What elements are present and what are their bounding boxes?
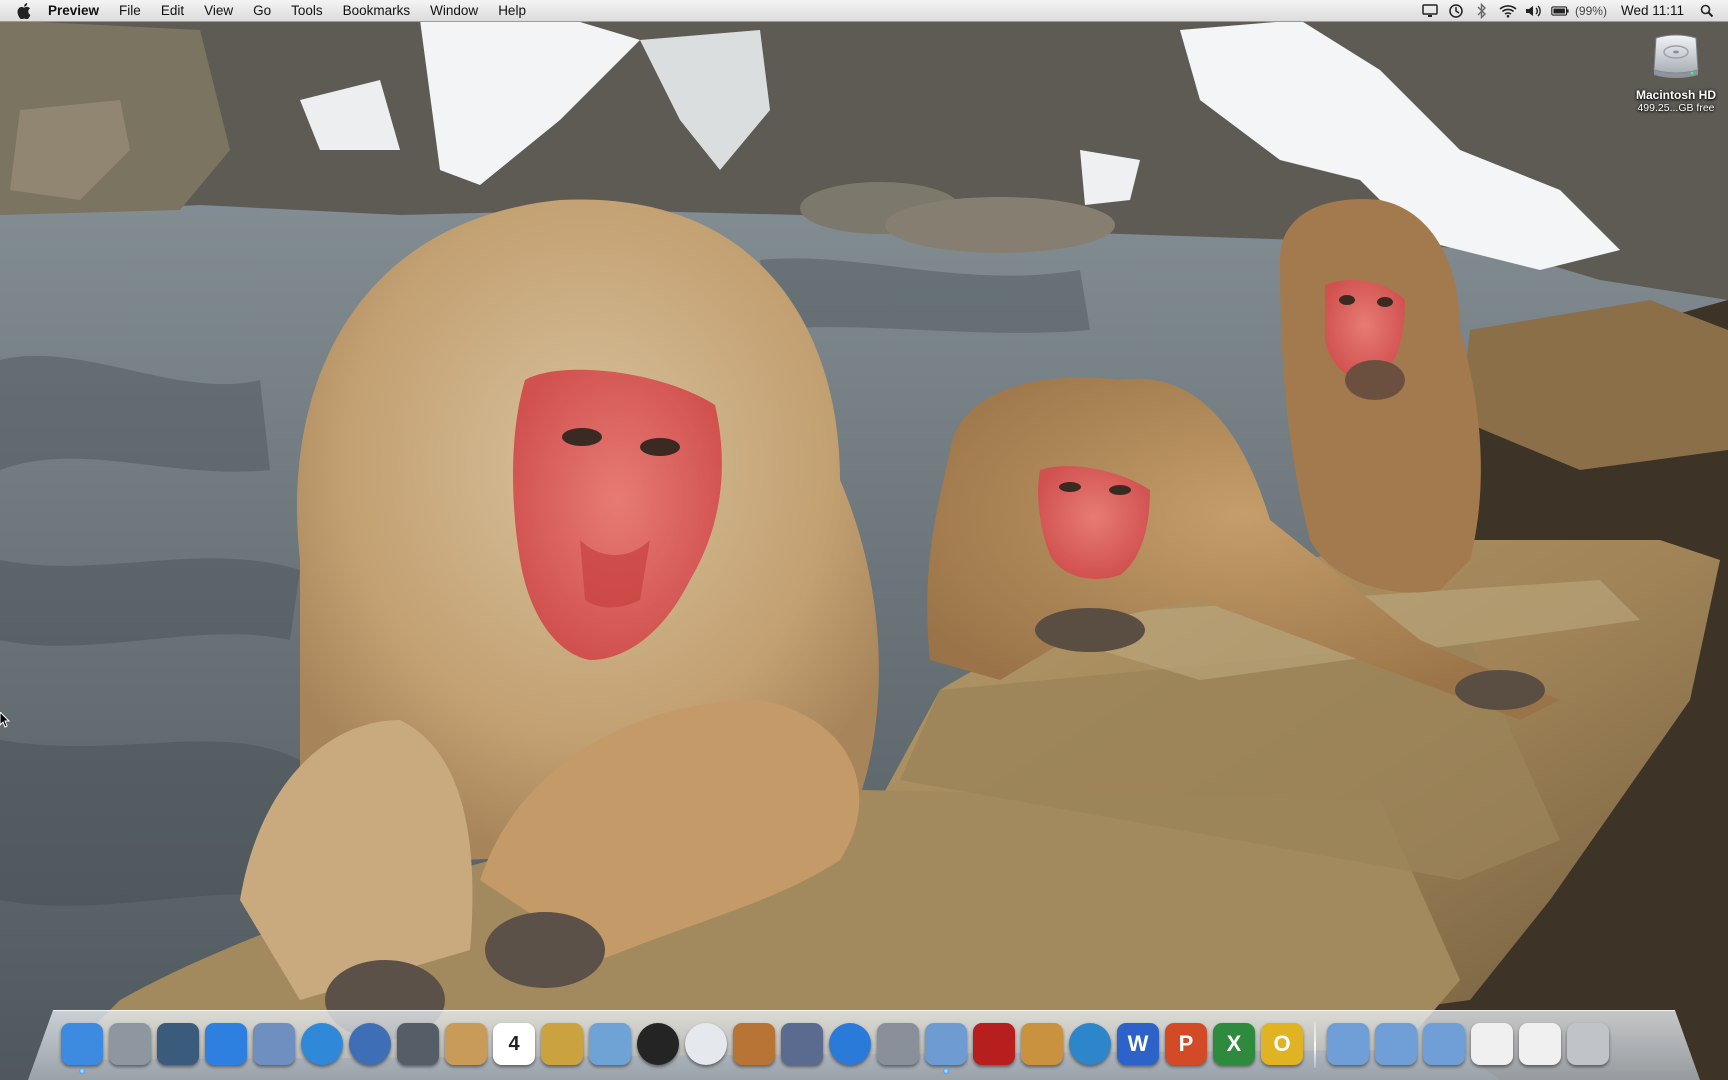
dock-item-word[interactable]: W [1116, 1020, 1160, 1068]
photo-booth-icon [637, 1023, 679, 1065]
mouse-cursor-icon [0, 711, 11, 728]
dock-item-preview[interactable] [924, 1020, 968, 1074]
garageband-icon [733, 1023, 775, 1065]
trash-icon [1567, 1023, 1609, 1065]
safari-icon [301, 1023, 343, 1065]
document-icon [1519, 1023, 1561, 1065]
menu-view[interactable]: View [194, 0, 243, 22]
dock-item-thunderbird[interactable] [348, 1020, 392, 1068]
apple-menu-icon[interactable] [12, 0, 36, 22]
mail-stamp-icon [253, 1023, 295, 1065]
dock-item-ical[interactable]: 4 [492, 1020, 536, 1068]
menu-tools[interactable]: Tools [281, 0, 333, 22]
dock-item-network-utility[interactable] [1068, 1020, 1112, 1068]
applications-folder-icon [1327, 1023, 1369, 1065]
dock-item-trash[interactable] [1566, 1020, 1610, 1068]
dock-item-image-capture[interactable] [1020, 1020, 1064, 1068]
launchpad-icon [109, 1023, 151, 1065]
dock-item-downloads[interactable] [1422, 1020, 1466, 1068]
menu-clock[interactable]: Wed 11:11 [1621, 3, 1684, 18]
powerpoint-icon: P [1165, 1023, 1207, 1065]
dock-item-app-store[interactable] [204, 1020, 248, 1068]
dock-item-documents[interactable] [1374, 1020, 1418, 1068]
dock-item-powerpoint[interactable]: P [1164, 1020, 1208, 1068]
image-capture-icon [1021, 1023, 1063, 1065]
documents-folder-icon [1375, 1023, 1417, 1065]
address-book-icon [445, 1023, 487, 1065]
dock-separator [1314, 1022, 1316, 1068]
dock-item-airport-utility[interactable] [684, 1020, 728, 1068]
dock-item-screenshot-1[interactable] [1470, 1020, 1514, 1068]
dock-item-glyph-text: P [1178, 1031, 1194, 1056]
excel-icon: X [1213, 1023, 1255, 1065]
running-indicator [943, 1068, 949, 1074]
hard-drive-icon [1648, 28, 1704, 84]
dock-item-safari[interactable] [300, 1020, 344, 1068]
dock-item-photo-booth[interactable] [636, 1020, 680, 1068]
bluetooth-icon[interactable] [1473, 0, 1491, 22]
dock-item-imovie[interactable] [540, 1020, 584, 1068]
dock-item-photo-slideshow[interactable] [972, 1020, 1016, 1068]
desktop-wallpaper [0, 0, 1728, 1080]
menu-go[interactable]: Go [243, 0, 281, 22]
dock-item-system-preferences[interactable] [876, 1020, 920, 1068]
dock-item-screenshot-2[interactable] [1518, 1020, 1562, 1068]
thunderbird-icon [349, 1023, 391, 1065]
menu-help[interactable]: Help [488, 0, 536, 22]
finder-icon [61, 1023, 103, 1065]
dock-item-iphoto[interactable] [588, 1020, 632, 1068]
menu-edit[interactable]: Edit [151, 0, 194, 22]
itunes-icon [829, 1023, 871, 1065]
dock-item-mission-control[interactable] [156, 1020, 200, 1068]
iphoto-icon [589, 1023, 631, 1065]
calendar-icon: 4 [493, 1023, 535, 1065]
battery-icon[interactable] [1551, 0, 1569, 22]
dock-item-applications[interactable] [1326, 1020, 1370, 1068]
battery-percent: (99%) [1574, 3, 1607, 18]
gear-icon [877, 1023, 919, 1065]
preview-icon [925, 1023, 967, 1065]
desktop-icon-label: Macintosh HD [1635, 88, 1716, 102]
dock-item-glyph-text: 4 [508, 1032, 520, 1055]
running-indicator [79, 1068, 85, 1074]
menu-bookmarks[interactable]: Bookmarks [333, 0, 421, 22]
dock-item-facetime[interactable] [396, 1020, 440, 1068]
outlook-icon: O [1261, 1023, 1303, 1065]
menu-app-name[interactable]: Preview [36, 0, 109, 22]
spotlight-icon[interactable] [1698, 0, 1716, 22]
dock-item-glyph-text: O [1273, 1031, 1291, 1056]
dock-item-finder[interactable] [60, 1020, 104, 1074]
quill-icon [781, 1023, 823, 1065]
photo-stack-icon [973, 1023, 1015, 1065]
mission-control-icon [157, 1023, 199, 1065]
dock-item-address-book[interactable] [444, 1020, 488, 1068]
desktop-icon-sublabel: 499.25...GB free [1637, 102, 1715, 114]
dock-item-launchpad[interactable] [108, 1020, 152, 1068]
imovie-icon [541, 1023, 583, 1065]
dock-item-glyph-text: X [1226, 1031, 1242, 1056]
word-icon: W [1117, 1023, 1159, 1065]
desktop-icon-macintosh-hd[interactable]: Macintosh HD 499.25...GB free [1626, 28, 1726, 114]
dock-item-glyph-text: W [1127, 1031, 1149, 1056]
display-icon[interactable] [1421, 0, 1439, 22]
document-icon [1471, 1023, 1513, 1065]
downloads-folder-icon [1423, 1023, 1465, 1065]
dock-item-garageband[interactable] [732, 1020, 776, 1068]
volume-icon[interactable] [1525, 0, 1543, 22]
dock-item-mail-stamp[interactable] [252, 1020, 296, 1068]
globe-icon [1069, 1023, 1111, 1065]
wifi-icon[interactable] [1499, 0, 1517, 22]
app-store-icon [205, 1023, 247, 1065]
dock: 4 W P X O [60, 1016, 1610, 1074]
dock-item-outlook[interactable]: O [1260, 1020, 1304, 1068]
time-machine-icon[interactable] [1447, 0, 1465, 22]
dock-item-excel[interactable]: X [1212, 1020, 1256, 1068]
menu-file[interactable]: File [109, 0, 151, 22]
menu-bar: Preview File Edit View Go Tools Bookmark… [0, 0, 1728, 22]
dock-item-script-editor[interactable] [780, 1020, 824, 1068]
menu-window[interactable]: Window [420, 0, 488, 22]
dock-item-itunes[interactable] [828, 1020, 872, 1068]
wifi-icon [685, 1023, 727, 1065]
facetime-icon [397, 1023, 439, 1065]
